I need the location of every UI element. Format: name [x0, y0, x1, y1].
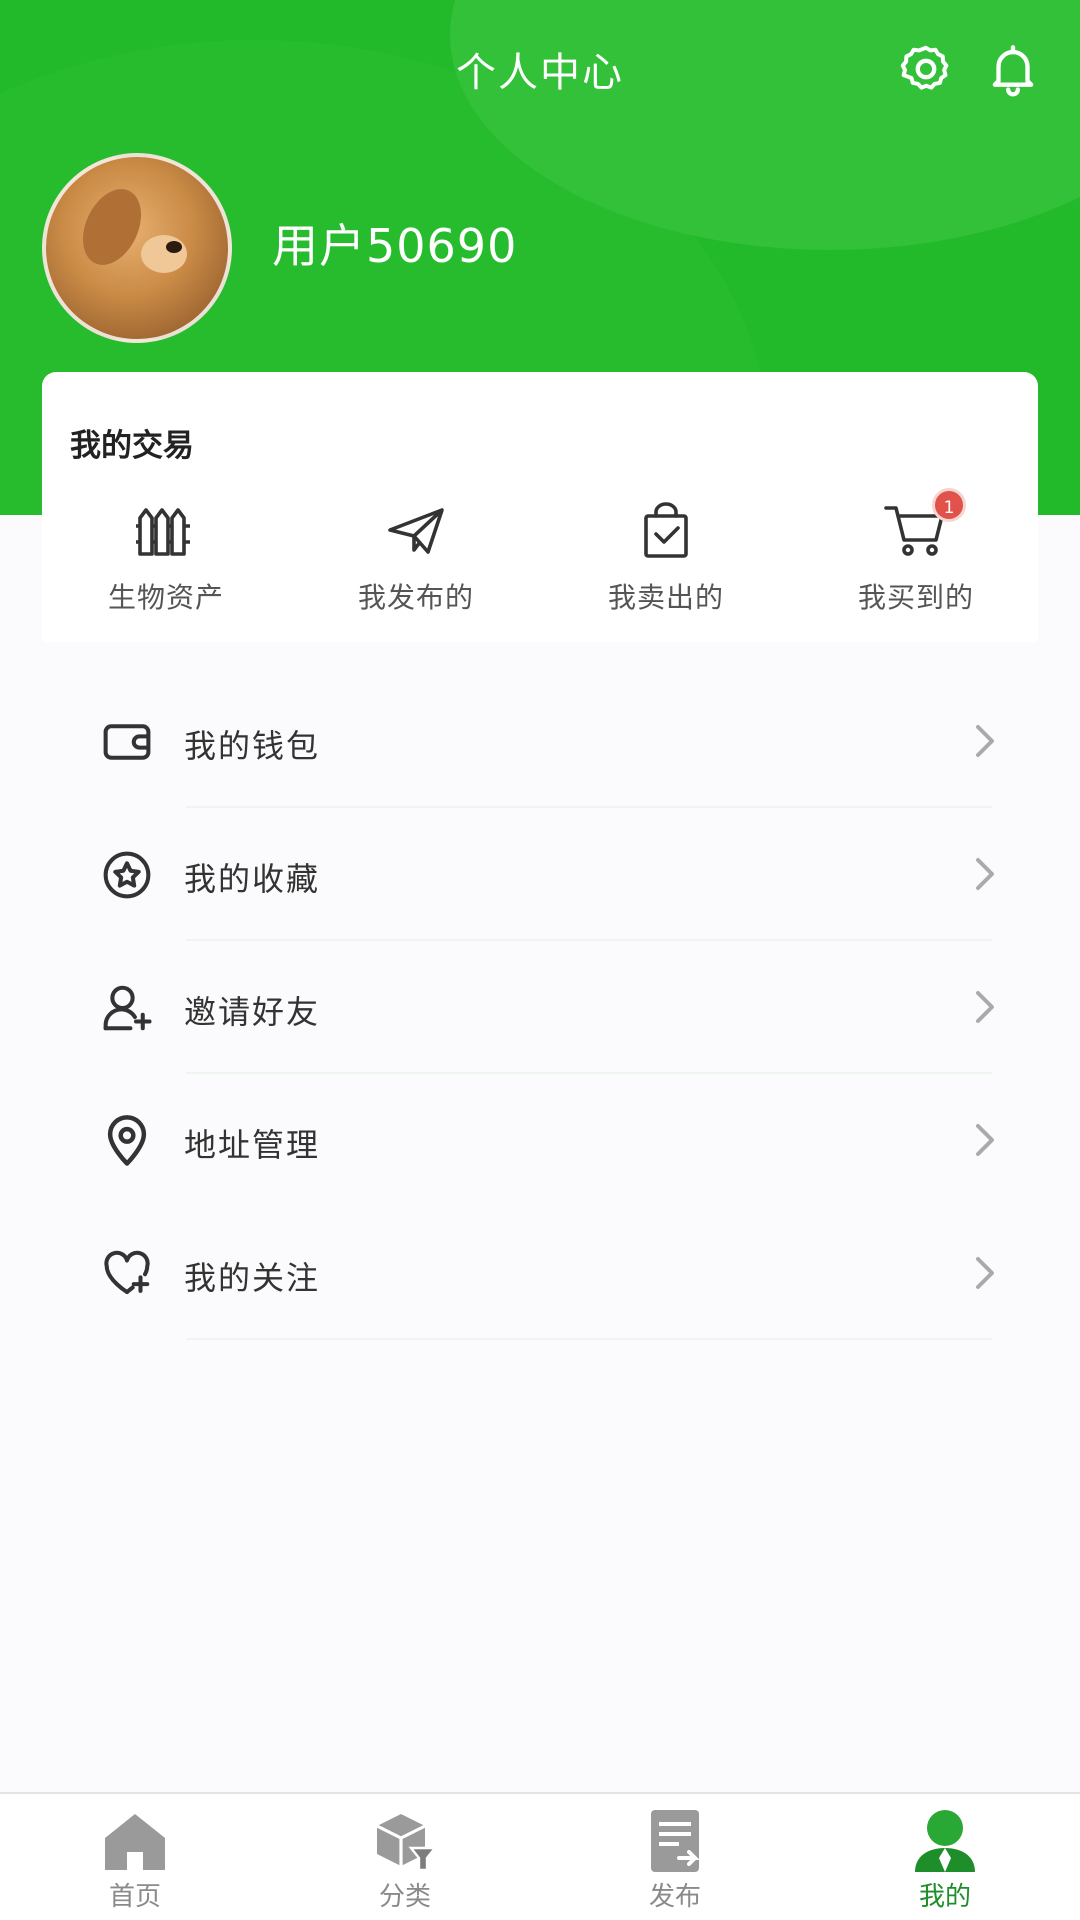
menu-item-label: 邀请好友	[184, 993, 321, 1031]
menu-list: 我的钱包 我的收藏 邀请好友 地址管理 我的关注	[0, 675, 1080, 1340]
my-trades-card: 我的交易 生物资产 我发布的 我卖出的 1 我买到的	[42, 372, 1038, 642]
fence-icon	[134, 502, 198, 558]
heart-plus-icon	[100, 1247, 154, 1301]
menu-item-label: 我的关注	[184, 1259, 321, 1297]
menu-item-favorites[interactable]: 我的收藏	[0, 808, 1080, 941]
publish-icon	[637, 1808, 713, 1874]
tab-label: 首页	[108, 1882, 161, 1912]
menu-item-address[interactable]: 地址管理	[0, 1074, 1080, 1207]
person-icon	[907, 1808, 983, 1874]
bottom-tab-bar: 首页 分类 发布 我的	[0, 1792, 1080, 1920]
tab-label: 我的	[918, 1882, 971, 1912]
username: 用户50690	[272, 219, 518, 273]
shopping-bag-check-icon	[634, 502, 698, 558]
trade-item-bought[interactable]: 1 我买到的	[816, 488, 1016, 616]
cart-icon: 1	[884, 488, 966, 558]
trade-item-sold[interactable]: 我卖出的	[566, 502, 766, 616]
bell-icon[interactable]	[984, 40, 1042, 98]
add-user-icon	[100, 981, 154, 1035]
chevron-right-icon	[972, 723, 998, 759]
trade-item-label: 我卖出的	[607, 581, 724, 614]
cart-badge: 1	[932, 488, 966, 522]
menu-item-label: 我的钱包	[184, 727, 321, 765]
home-icon	[97, 1808, 173, 1874]
tab-label: 分类	[378, 1882, 431, 1912]
chevron-right-icon	[972, 1255, 998, 1291]
menu-item-invite-friends[interactable]: 邀请好友	[0, 941, 1080, 1074]
gear-icon[interactable]	[897, 40, 955, 98]
trade-item-bio-assets[interactable]: 生物资产	[66, 502, 266, 616]
menu-item-wallet[interactable]: 我的钱包	[0, 675, 1080, 808]
tab-mine[interactable]: 我的	[845, 1808, 1045, 1913]
wallet-icon	[100, 715, 154, 769]
menu-item-following[interactable]: 我的关注	[0, 1207, 1080, 1340]
chevron-right-icon	[972, 989, 998, 1025]
trade-item-label: 我发布的	[357, 581, 474, 614]
chevron-right-icon	[972, 1122, 998, 1158]
menu-item-label: 地址管理	[184, 1126, 321, 1164]
tab-publish[interactable]: 发布	[575, 1808, 775, 1913]
tab-label: 发布	[648, 1882, 701, 1912]
trade-item-label: 我买到的	[857, 581, 974, 614]
divider	[186, 1338, 992, 1340]
paper-plane-icon	[384, 502, 448, 558]
location-pin-icon	[100, 1114, 154, 1168]
avatar[interactable]	[42, 153, 232, 343]
chevron-right-icon	[972, 856, 998, 892]
my-trades-title: 我的交易	[70, 428, 194, 464]
star-circle-icon	[100, 848, 154, 902]
tab-home[interactable]: 首页	[35, 1808, 235, 1913]
category-box-icon	[367, 1808, 443, 1874]
trade-item-label: 生物资产	[107, 581, 224, 614]
menu-item-label: 我的收藏	[184, 860, 321, 898]
tab-category[interactable]: 分类	[305, 1808, 505, 1913]
trade-item-published[interactable]: 我发布的	[316, 502, 516, 616]
